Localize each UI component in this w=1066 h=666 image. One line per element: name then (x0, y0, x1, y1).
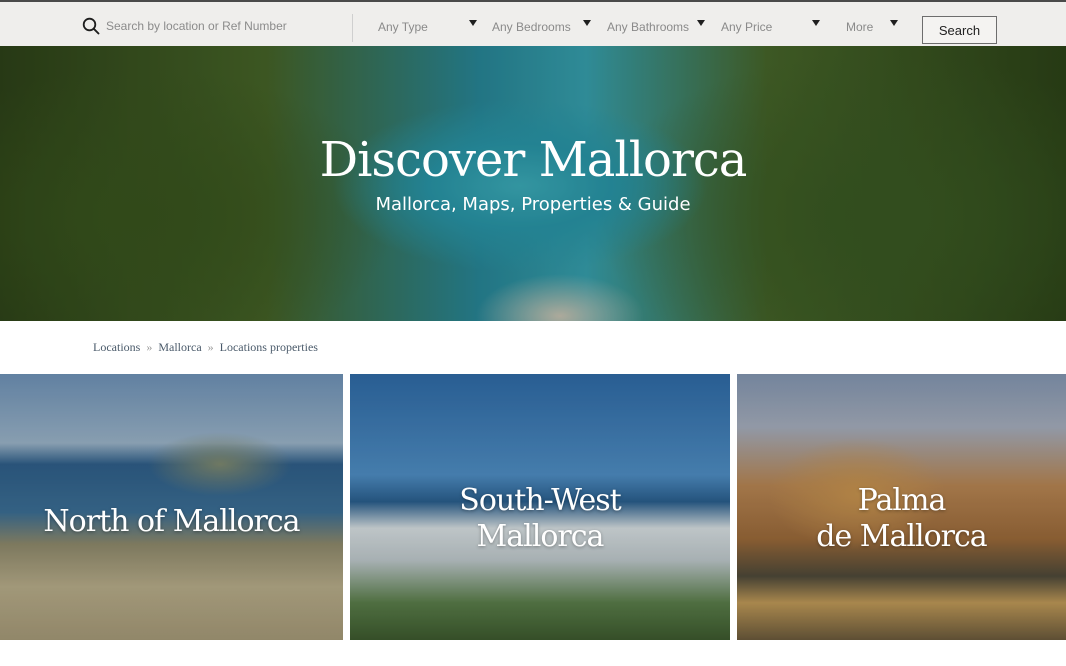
breadcrumb-separator: » (146, 340, 153, 354)
filter-more-label: More (846, 20, 874, 34)
hero-title: Discover Mallorca (319, 132, 748, 188)
card-title-line: South-West (459, 483, 621, 518)
breadcrumb-link-mallorca[interactable]: Mallorca (158, 340, 201, 354)
hero-banner: Discover Mallorca Mallorca, Maps, Proper… (0, 46, 1066, 321)
breadcrumb-separator: » (207, 340, 214, 354)
search-icon[interactable] (82, 17, 100, 35)
caret-down-icon[interactable] (812, 20, 820, 26)
filter-price[interactable]: Any Price (721, 17, 772, 37)
hero-subtitle: Mallorca, Maps, Properties & Guide (375, 194, 691, 215)
breadcrumb-link-locations[interactable]: Locations (93, 340, 140, 354)
card-title-line: Palma (857, 483, 947, 518)
location-card-north-of-mallorca[interactable]: North of Mallorca (0, 374, 343, 640)
filter-type-label: Any Type (378, 20, 428, 34)
filter-more[interactable]: More (846, 17, 873, 37)
search-bar: Any Type Any Bedrooms Any Bathrooms Any … (0, 0, 1066, 46)
filter-bathrooms[interactable]: Any Bathrooms (607, 17, 689, 37)
location-card-palma-de-mallorca[interactable]: Palma de Mallorca (737, 374, 1066, 640)
caret-down-icon[interactable] (890, 20, 898, 26)
card-title: South-West Mallorca (350, 483, 730, 555)
filter-bedrooms[interactable]: Any Bedrooms (492, 17, 571, 37)
caret-down-icon[interactable] (469, 20, 477, 26)
breadcrumb-link-locations-properties[interactable]: Locations properties (220, 340, 318, 354)
filter-bathrooms-label: Any Bathrooms (607, 20, 690, 34)
card-title-line: North of Mallorca (43, 504, 300, 539)
card-title-line: Mallorca (476, 519, 605, 554)
caret-down-icon[interactable] (697, 20, 705, 26)
search-button[interactable]: Search (922, 16, 997, 44)
card-title-line: de Mallorca (816, 519, 987, 554)
search-input[interactable] (106, 15, 342, 37)
card-title: North of Mallorca (0, 504, 343, 540)
filter-price-label: Any Price (721, 20, 773, 34)
breadcrumb: Locations » Mallorca » Locations propert… (93, 340, 318, 355)
caret-down-icon[interactable] (583, 20, 591, 26)
filter-type[interactable]: Any Type (378, 17, 428, 37)
divider (352, 14, 353, 42)
filter-bedrooms-label: Any Bedrooms (492, 20, 571, 34)
location-card-south-west-mallorca[interactable]: South-West Mallorca (350, 374, 730, 640)
card-title: Palma de Mallorca (737, 483, 1066, 555)
